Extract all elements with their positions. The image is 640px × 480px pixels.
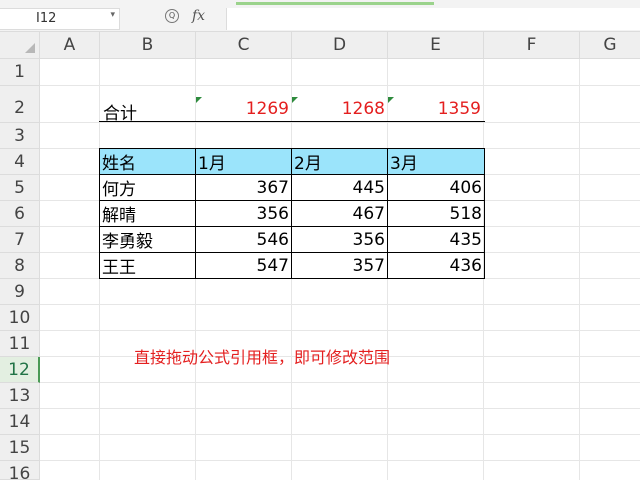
- table-cell[interactable]: 356: [291, 226, 388, 253]
- table-cell[interactable]: 546: [195, 226, 292, 253]
- function-icon[interactable]: fx: [192, 8, 205, 24]
- table-cell[interactable]: 何方: [99, 174, 196, 201]
- table-cell[interactable]: 436: [387, 252, 485, 279]
- sum-row-border: [99, 121, 485, 122]
- column-header-e[interactable]: E: [388, 32, 484, 59]
- table-cell[interactable]: 357: [291, 252, 388, 279]
- table-row: 王王 547 357 436: [99, 252, 485, 279]
- sum-value-mar[interactable]: 1359: [388, 99, 481, 119]
- column-header-g[interactable]: G: [580, 32, 640, 59]
- zoom-icon[interactable]: Q: [165, 9, 179, 23]
- grid-line: [40, 85, 640, 86]
- table-header-cell[interactable]: 姓名: [99, 148, 196, 175]
- row-header-3[interactable]: 3: [0, 123, 40, 149]
- table-header-cell[interactable]: 1月: [195, 148, 292, 175]
- grid-line: [40, 382, 640, 383]
- column-header-c[interactable]: C: [196, 32, 292, 59]
- row-header-5[interactable]: 5: [0, 175, 40, 201]
- grid-line: [40, 330, 640, 331]
- table-cell[interactable]: 解晴: [99, 200, 196, 227]
- row-header-13[interactable]: 13: [0, 383, 40, 409]
- column-header-f[interactable]: F: [484, 32, 580, 59]
- select-all-corner[interactable]: [0, 32, 40, 59]
- data-table: 姓名 1月 2月 3月 何方 367 445 406 解晴 356 467 51…: [99, 148, 485, 279]
- column-header-b[interactable]: B: [100, 32, 196, 59]
- table-cell[interactable]: 467: [291, 200, 388, 227]
- row-header-9[interactable]: 9: [0, 279, 40, 305]
- table-cell[interactable]: 王王: [99, 252, 196, 279]
- row-header-16[interactable]: 16: [0, 461, 40, 480]
- row-header-1[interactable]: 1: [0, 59, 40, 86]
- sum-value-feb[interactable]: 1268: [292, 99, 385, 119]
- table-cell[interactable]: 547: [195, 252, 292, 279]
- row-header-6[interactable]: 6: [0, 201, 40, 227]
- row-header-15[interactable]: 15: [0, 435, 40, 461]
- row-header-14[interactable]: 14: [0, 409, 40, 435]
- instruction-note[interactable]: 直接拖动公式引用框，即可修改范围: [134, 344, 390, 368]
- table-header-cell[interactable]: 2月: [291, 148, 388, 175]
- table-header-cell[interactable]: 3月: [387, 148, 485, 175]
- table-row: 解晴 356 467 518: [99, 200, 485, 227]
- formula-bar: I12 ▾ Q fx: [0, 0, 640, 32]
- table-cell[interactable]: 李勇毅: [99, 226, 196, 253]
- table-cell[interactable]: 356: [195, 200, 292, 227]
- formula-bar-accent: [236, 2, 434, 5]
- row-header-10[interactable]: 10: [0, 305, 40, 331]
- formula-input[interactable]: [227, 8, 640, 30]
- row-header-4[interactable]: 4: [0, 149, 40, 175]
- table-cell[interactable]: 518: [387, 200, 485, 227]
- name-box-value: I12: [36, 11, 57, 26]
- row-header-12[interactable]: 12: [0, 357, 40, 383]
- table-row: 李勇毅 546 356 435: [99, 226, 485, 253]
- chevron-down-icon[interactable]: ▾: [110, 10, 115, 20]
- row-header-2[interactable]: 2: [0, 86, 40, 123]
- grid-line: [40, 304, 640, 305]
- table-cell[interactable]: 406: [387, 174, 485, 201]
- grid-line: [40, 460, 640, 461]
- grid-line: [40, 434, 640, 435]
- row-header-7[interactable]: 7: [0, 227, 40, 253]
- name-box[interactable]: I12 ▾: [0, 8, 120, 30]
- column-header-a[interactable]: A: [40, 32, 100, 59]
- table-header-row: 姓名 1月 2月 3月: [99, 148, 485, 175]
- table-row: 何方 367 445 406: [99, 174, 485, 201]
- table-cell[interactable]: 367: [195, 174, 292, 201]
- table-cell[interactable]: 435: [387, 226, 485, 253]
- column-header-d[interactable]: D: [292, 32, 388, 59]
- row-header-11[interactable]: 11: [0, 331, 40, 357]
- row-header-8[interactable]: 8: [0, 253, 40, 279]
- select-all-icon: [25, 43, 35, 53]
- grid-line: [40, 408, 640, 409]
- table-cell[interactable]: 445: [291, 174, 388, 201]
- sum-value-jan[interactable]: 1269: [196, 99, 289, 119]
